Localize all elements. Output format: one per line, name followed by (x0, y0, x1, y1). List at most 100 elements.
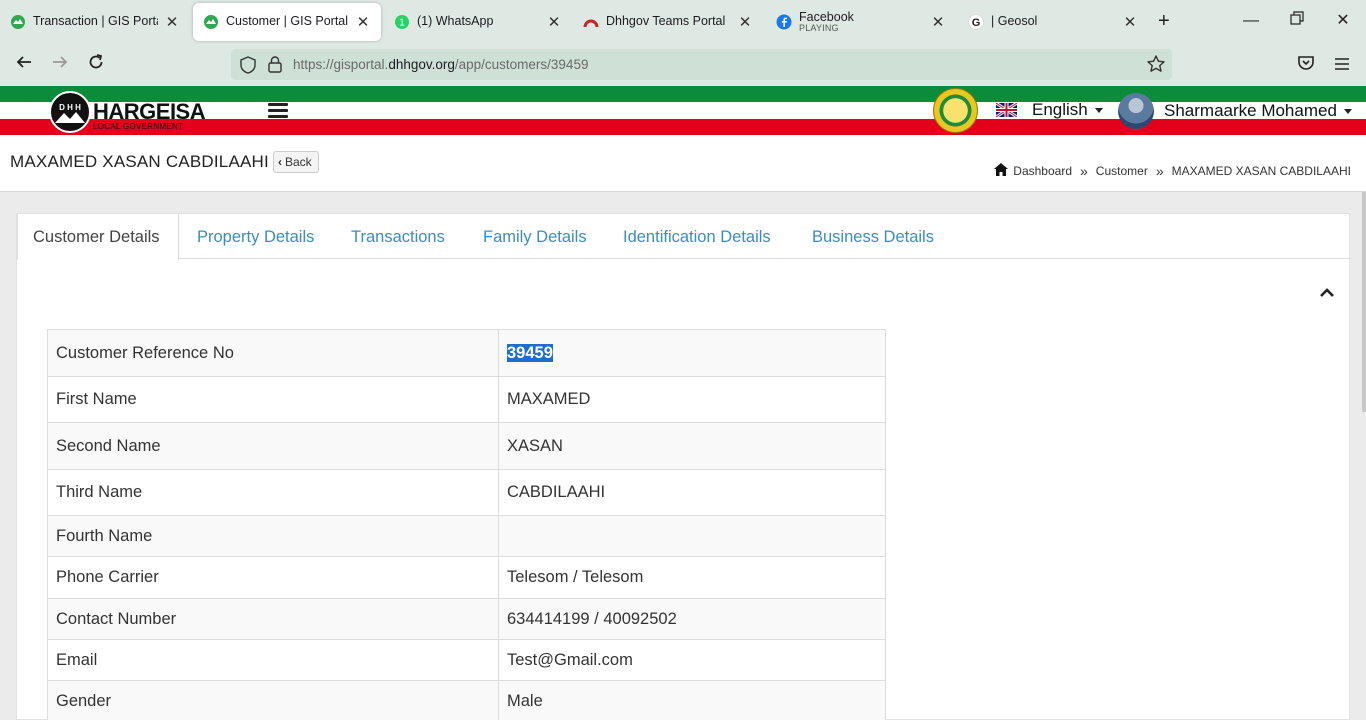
table-row: Contact Number 634414199 / 40092502 (47, 598, 886, 640)
browser-tab-title-wrap: Facebook PLAYING (799, 11, 924, 34)
lock-icon[interactable] (267, 56, 283, 74)
table-row: Email Test@Gmail.com (47, 639, 886, 681)
portal-header: D H H HARGEISA LOCAL GOVERNMENT English … (0, 86, 1366, 135)
shield-icon[interactable] (239, 55, 257, 74)
close-tab-icon[interactable]: ✕ (164, 13, 180, 31)
browser-tab-facebook[interactable]: Facebook PLAYING ✕ (766, 4, 956, 40)
back-button[interactable]: ‹ Back (273, 151, 319, 173)
field-value: Telesom / Telesom (498, 556, 886, 599)
customer-ref-value: 39459 (507, 343, 553, 362)
minimize-icon[interactable]: — (1241, 11, 1261, 31)
caret-down-icon (1343, 108, 1352, 114)
page-scrollbar[interactable] (1362, 192, 1366, 412)
close-tab-icon[interactable]: ✕ (737, 13, 753, 31)
reload-icon[interactable] (84, 53, 108, 77)
logo-badge-text: D H H (59, 103, 81, 112)
close-tab-icon[interactable]: ✕ (546, 13, 562, 31)
url-text: https://gisportal.dhhgov.org/app/custome… (293, 57, 588, 72)
field-value: Male (498, 680, 886, 720)
browser-tab-title: Customer | GIS Portal (226, 15, 349, 29)
browser-tab-title: Dhhgov Teams Portal (606, 15, 726, 29)
table-row: First Name MAXAMED (47, 376, 886, 423)
close-tab-icon[interactable]: ✕ (355, 13, 371, 31)
svg-text:1: 1 (399, 18, 405, 29)
table-row: Gender Male (47, 680, 886, 720)
tab-family-details[interactable]: Family Details (483, 214, 587, 259)
tab-playing-label: PLAYING (799, 22, 839, 33)
field-label: Gender (47, 680, 499, 720)
teams-portal-icon (583, 14, 599, 30)
pocket-icon[interactable] (1294, 53, 1318, 77)
field-label: Fourth Name (47, 515, 499, 557)
tab-property-details[interactable]: Property Details (197, 214, 314, 259)
browser-nav-bar: https://gisportal.dhhgov.org/app/custome… (0, 44, 1366, 86)
home-icon (994, 162, 1009, 176)
field-value: 634414199 / 40092502 (498, 598, 886, 640)
somaliland-emblem-icon (933, 88, 978, 133)
user-menu[interactable]: Sharmaarke Mohamed (1118, 93, 1352, 129)
new-tab-icon[interactable]: + (1158, 11, 1170, 31)
breadcrumb-separator: » (1155, 163, 1164, 179)
url-prefix: https://gisportal. (293, 57, 389, 72)
close-window-icon[interactable]: ✕ (1333, 11, 1353, 31)
table-row: Phone Carrier Telesom / Telesom (47, 556, 886, 599)
tab-business-details[interactable]: Business Details (812, 214, 934, 259)
browser-tab-title: Facebook (799, 10, 854, 24)
url-bar[interactable]: https://gisportal.dhhgov.org/app/custome… (231, 49, 1172, 80)
breadcrumb-separator: » (1080, 163, 1088, 179)
caret-down-icon (1094, 107, 1103, 113)
back-button-label: Back (285, 155, 312, 169)
breadcrumb-dashboard[interactable]: Dashboard (1013, 164, 1072, 178)
browser-tab-transaction[interactable]: Transaction | GIS Portal ✕ (0, 4, 190, 40)
hamburger-menu-icon[interactable] (268, 103, 288, 119)
dhh-logo-icon: D H H (49, 91, 91, 133)
whatsapp-icon: 1 (394, 14, 410, 30)
url-domain: dhhgov.org (388, 57, 455, 72)
browser-tab-customer[interactable]: Customer | GIS Portal ✕ (193, 3, 381, 41)
browser-tab-strip: Transaction | GIS Portal ✕ Customer | GI… (0, 0, 1366, 44)
detail-tabs: Customer Details Property Details Transa… (17, 214, 1351, 260)
svg-text:G: G (972, 17, 981, 29)
gis-portal-icon (203, 14, 219, 30)
url-path: /app/customers/39459 (454, 57, 589, 72)
back-arrow-icon[interactable] (12, 53, 36, 77)
page-title-bar: MAXAMED XASAN CABDILAAHI ‹ Back Dashboar… (0, 135, 1366, 192)
browser-tab-title: Transaction | GIS Portal (33, 15, 158, 29)
bookmark-star-icon[interactable] (1146, 54, 1166, 74)
language-label: English (1032, 100, 1088, 119)
language-selector[interactable]: English (996, 99, 1103, 121)
field-value: CABDILAAHI (498, 469, 886, 516)
field-label: Contact Number (47, 598, 499, 640)
field-label: Email (47, 639, 499, 681)
browser-tab-title: | Geosol (991, 15, 1038, 29)
field-label: Second Name (47, 422, 499, 470)
customer-details-table: Customer Reference No 39459 First Name M… (47, 329, 886, 720)
uk-flag-icon (996, 103, 1017, 117)
browser-tab-title: (1) WhatsApp (417, 15, 494, 29)
table-row: Third Name CABDILAAHI (47, 469, 886, 516)
close-tab-icon[interactable]: ✕ (930, 13, 946, 31)
browser-tab-whatsapp[interactable]: 1 (1) WhatsApp ✕ (384, 4, 572, 40)
table-row: Customer Reference No 39459 (47, 329, 886, 377)
breadcrumb-current: MAXAMED XASAN CABDILAAHI (1171, 164, 1351, 178)
customer-card: Customer Details Property Details Transa… (16, 213, 1351, 720)
restore-icon[interactable] (1287, 11, 1307, 31)
tab-identification-details[interactable]: Identification Details (623, 214, 771, 259)
field-label: First Name (47, 376, 499, 423)
close-tab-icon[interactable]: ✕ (1122, 13, 1138, 31)
tab-customer-details[interactable]: Customer Details (17, 214, 179, 260)
chevron-left-icon: ‹ (278, 155, 282, 169)
field-label: Third Name (47, 469, 499, 516)
gis-portal-icon (10, 14, 26, 30)
forward-arrow-icon[interactable] (48, 53, 72, 77)
breadcrumb-customer[interactable]: Customer (1096, 164, 1148, 178)
field-value (498, 515, 886, 557)
tab-transactions[interactable]: Transactions (351, 214, 445, 259)
facebook-icon (776, 14, 792, 30)
collapse-chevron-up-icon[interactable] (1319, 285, 1335, 297)
menu-icon[interactable] (1330, 53, 1354, 77)
browser-tab-teams-portal[interactable]: Dhhgov Teams Portal ✕ (573, 4, 763, 40)
table-row: Second Name XASAN (47, 422, 886, 470)
hargeisa-logo[interactable]: D H H HARGEISA LOCAL GOVERNMENT (49, 91, 209, 135)
browser-tab-geosol[interactable]: G | Geosol ✕ (958, 4, 1148, 40)
